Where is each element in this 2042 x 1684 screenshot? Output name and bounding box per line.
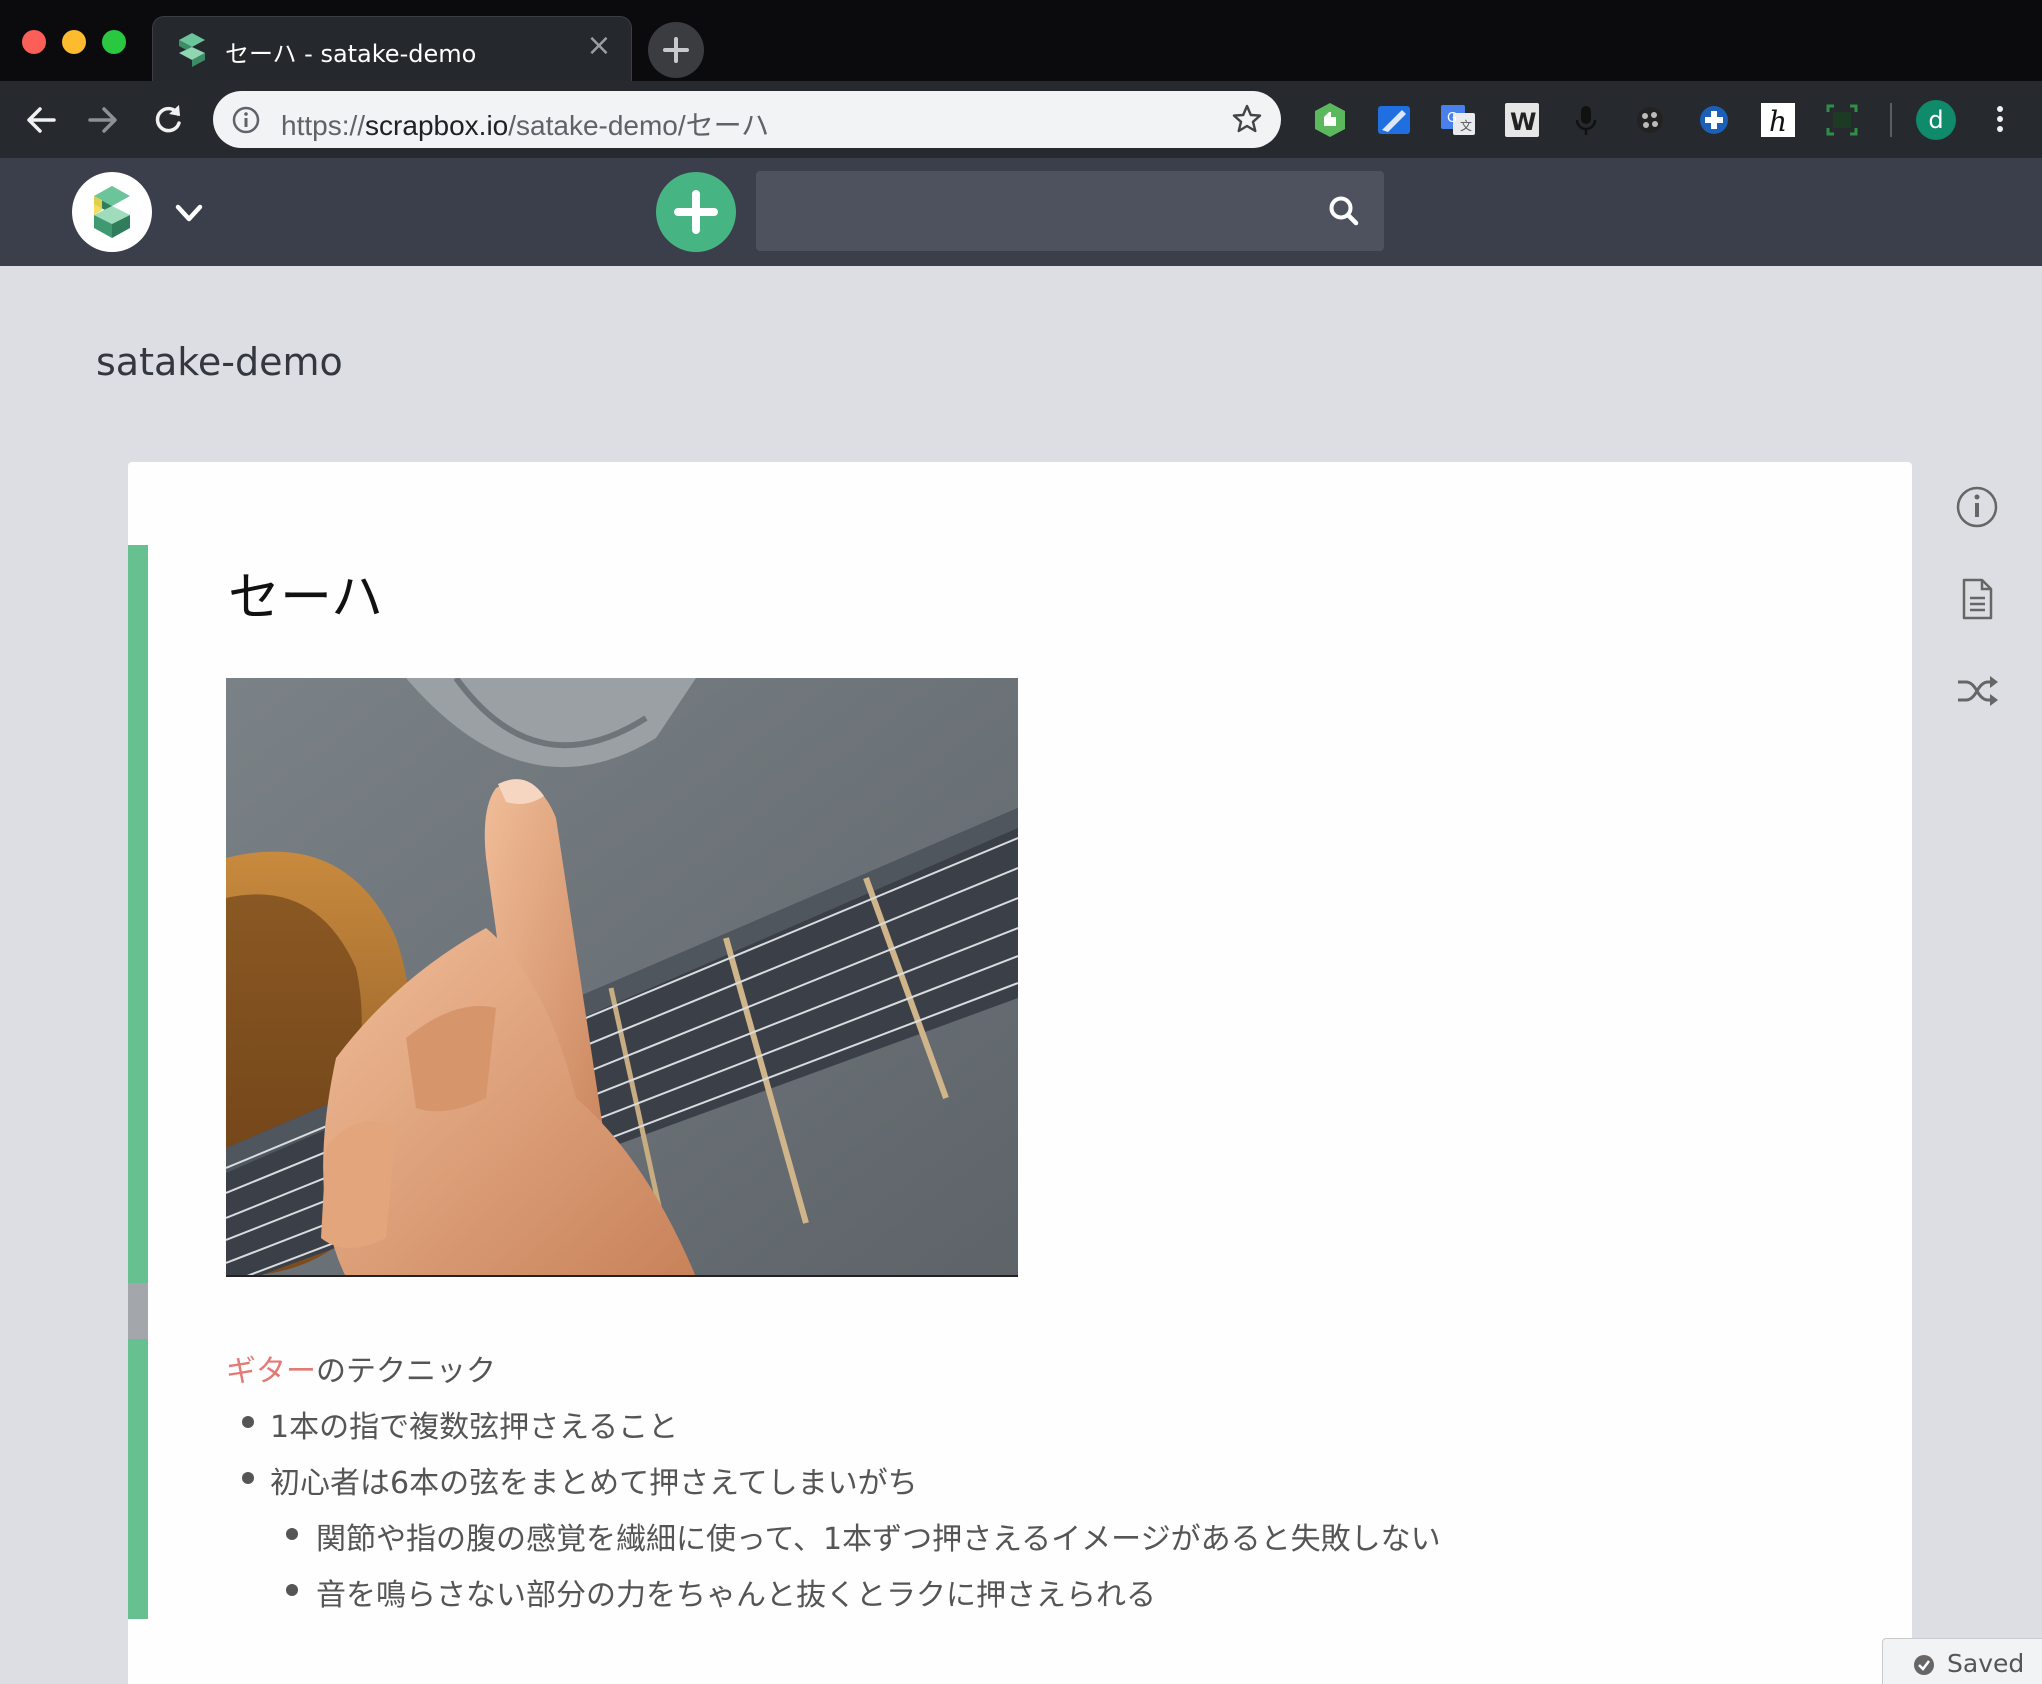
new-page-button[interactable] <box>656 172 736 252</box>
back-arrow-icon[interactable] <box>18 97 64 143</box>
list-item[interactable]: 初心者は6本の弦をまとめて押さえてしまいがち <box>270 1458 918 1502</box>
new-tab-button[interactable] <box>648 22 704 78</box>
saved-label: Saved <box>1947 1649 2025 1678</box>
chevron-down-icon[interactable] <box>170 194 208 232</box>
svg-text:文: 文 <box>1460 118 1472 133</box>
site-info-icon[interactable] <box>231 105 261 135</box>
saved-status: Saved <box>1882 1638 2042 1684</box>
search-box <box>756 171 1384 251</box>
list-item[interactable]: 音を鳴らさない部分の力をちゃんと抜くとラクに押さえられる <box>316 1570 1156 1614</box>
bullet-icon <box>286 1584 298 1596</box>
browser-menu-icon[interactable] <box>1990 99 2010 139</box>
bubble-icon[interactable] <box>1630 100 1670 140</box>
info-icon[interactable] <box>1954 484 2000 530</box>
plus-icon <box>674 190 718 234</box>
bookmark-star-icon[interactable] <box>1231 103 1263 135</box>
scrapbox-logo-icon <box>94 186 130 238</box>
profile-avatar[interactable]: d <box>1916 100 1956 140</box>
search-input[interactable] <box>756 171 1316 251</box>
toolbar-separator <box>1890 103 1892 137</box>
evernote-icon[interactable] <box>1310 100 1350 140</box>
tab-title: セーハ - satake-demo <box>225 40 477 68</box>
project-menu-button[interactable] <box>72 172 152 252</box>
search-icon[interactable] <box>1326 193 1362 229</box>
svg-text:W: W <box>1510 108 1536 136</box>
url-path: /satake-demo/セーハ <box>508 110 770 141</box>
address-bar[interactable]: https://scrapbox.io/satake-demo/セーハ <box>213 91 1281 148</box>
list-item[interactable]: 1本の指で複数弦押さえること <box>270 1402 678 1446</box>
zoom-window-button[interactable] <box>102 30 126 54</box>
cursor-line-bar <box>128 1283 148 1339</box>
shuffle-icon[interactable] <box>1954 668 2000 714</box>
browser-toolbar: https://scrapbox.io/satake-demo/セーハ G 文 … <box>0 81 2042 158</box>
forward-arrow-icon[interactable] <box>80 97 126 143</box>
page-link-guitar[interactable]: ギター <box>226 1354 316 1389</box>
sharing-icon[interactable] <box>1374 100 1414 140</box>
screenshot-icon[interactable] <box>1822 100 1862 140</box>
app-header <box>0 158 2042 266</box>
url-host: scrapbox.io <box>365 110 509 141</box>
plus-icon <box>663 37 689 63</box>
hypothesis-icon[interactable]: h <box>1758 100 1798 140</box>
guitar-photo <box>226 678 1018 1277</box>
translate-icon[interactable]: G 文 <box>1438 100 1478 140</box>
minimize-window-button[interactable] <box>62 30 86 54</box>
bullet-icon <box>242 1472 254 1484</box>
document-icon[interactable] <box>1954 576 2000 622</box>
browser-tabstrip: セーハ - satake-demo × <box>0 0 2042 81</box>
svg-text:h: h <box>1769 105 1787 138</box>
url-text: https://scrapbox.io/satake-demo/セーハ <box>281 104 769 144</box>
w-extension-icon[interactable]: W <box>1502 100 1542 140</box>
browser-tab-active[interactable]: セーハ - satake-demo × <box>152 16 632 81</box>
reload-icon[interactable] <box>145 97 191 143</box>
mic-icon[interactable] <box>1566 100 1606 140</box>
svg-text:G: G <box>1447 111 1457 126</box>
list-item[interactable]: 関節や指の腹の感覚を繊細に使って、1本ずつ押さえるイメージがあると失敗しない <box>316 1514 1441 1558</box>
project-name[interactable]: satake-demo <box>96 340 343 384</box>
page-title[interactable]: セーハ <box>228 555 383 630</box>
url-scheme: https:// <box>281 110 366 141</box>
edited-line-bar <box>128 545 148 1283</box>
scrapbox-favicon-icon <box>179 33 205 67</box>
close-window-button[interactable] <box>22 30 46 54</box>
bullet-icon <box>242 1416 254 1428</box>
edited-line-bar <box>128 1339 148 1619</box>
check-circle-icon <box>1914 1655 1934 1675</box>
tab-close-icon[interactable]: × <box>583 30 615 62</box>
plus-circle-icon[interactable] <box>1694 100 1734 140</box>
intro-line[interactable]: ギターのテクニック <box>226 1346 496 1390</box>
intro-text: のテクニック <box>316 1354 496 1389</box>
bullet-icon <box>286 1528 298 1540</box>
